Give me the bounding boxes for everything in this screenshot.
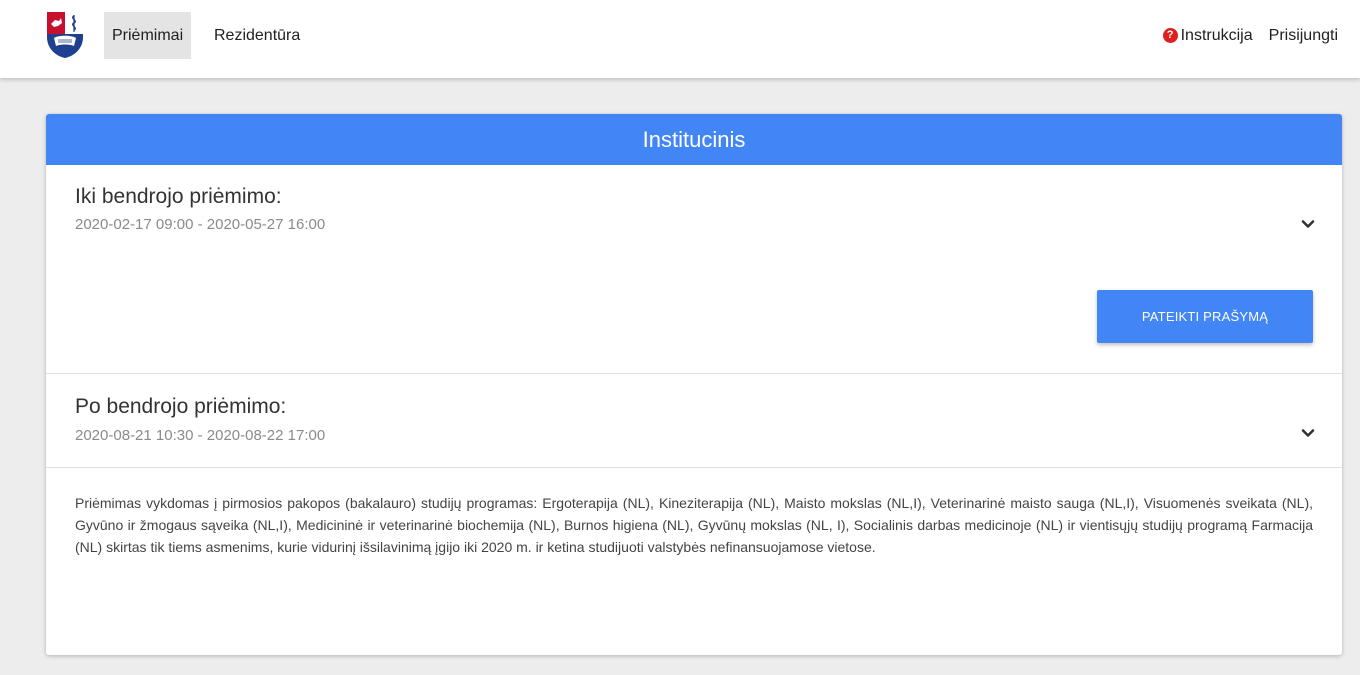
admission-info-text: Priėmimas vykdomas į pirmosios pakopos (… [75, 495, 1313, 555]
question-circle-icon: ? [1162, 28, 1178, 43]
section-dates: 2020-02-17 09:00 - 2020-05-27 16:00 [75, 216, 326, 233]
university-crest-icon[interactable] [46, 11, 84, 59]
admission-card: Institucinis Iki bendrojo priėmimo: 2020… [46, 114, 1342, 655]
chevron-down-icon[interactable] [1301, 217, 1315, 231]
submit-request-button[interactable]: PATEIKTI PRAŠYMĄ [1097, 290, 1313, 343]
help-label: Instrukcija [1180, 26, 1253, 44]
section-before-general-admission[interactable]: Iki bendrojo priėmimo: 2020-02-17 09:00 … [46, 165, 1342, 374]
top-navbar: Priėmimai Rezidentūra ? Instrukcija Pris… [0, 0, 1360, 78]
section-after-general-admission[interactable]: Po bendrojo priėmimo: 2020-08-21 10:30 -… [46, 374, 1342, 468]
navbar-right: ? Instrukcija Prisijungti [1162, 12, 1338, 59]
section-title: Po bendrojo priėmimo: [75, 395, 287, 418]
nav-item-priemimai[interactable]: Priėmimai [104, 12, 192, 59]
section-dates: 2020-08-21 10:30 - 2020-08-22 17:00 [75, 427, 326, 444]
nav-item-rezidentura[interactable]: Rezidentūra [214, 12, 300, 59]
card-title: Institucinis [46, 114, 1342, 165]
section-title: Iki bendrojo priėmimo: [75, 185, 282, 208]
login-link[interactable]: Prisijungti [1269, 27, 1338, 45]
chevron-down-icon[interactable] [1301, 426, 1315, 440]
help-link[interactable]: ? Instrukcija [1162, 26, 1253, 45]
